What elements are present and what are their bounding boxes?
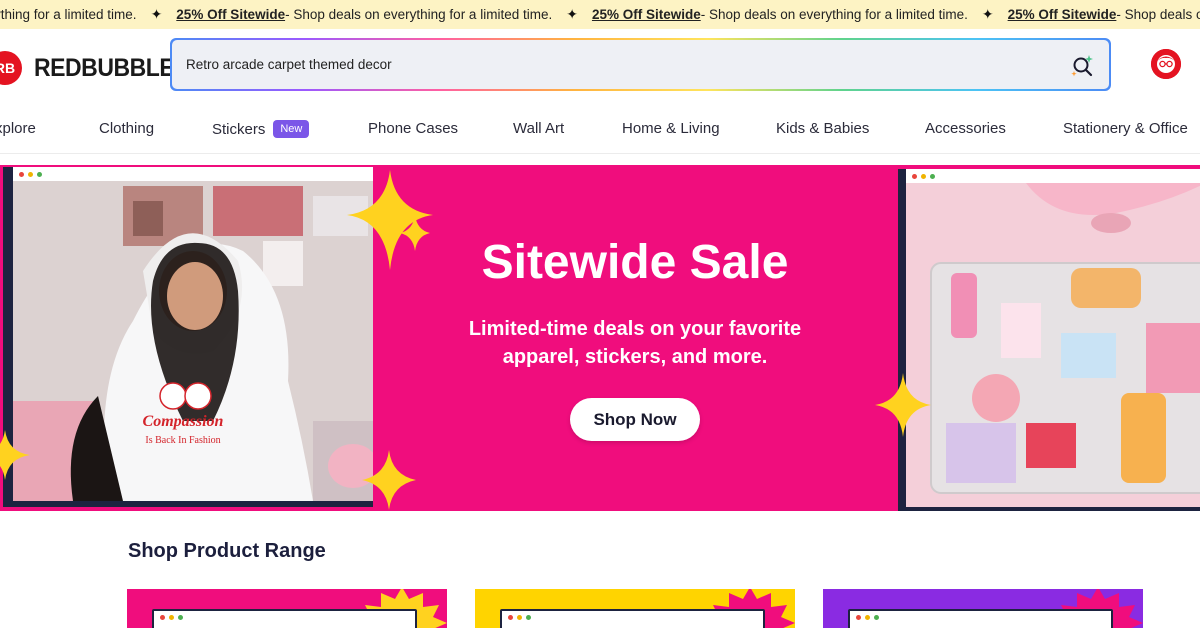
window-dot bbox=[874, 614, 879, 620]
product-range-card[interactable] bbox=[475, 589, 795, 628]
ticker-track: ything for a limited time. ✦ 25% Off Sit… bbox=[0, 0, 1200, 29]
ticker-offer-link[interactable]: 25% Off Sitewide bbox=[176, 7, 285, 22]
nav-item-home-living[interactable]: Home & Living bbox=[622, 120, 720, 137]
hero-title: Sitewide Sale bbox=[481, 236, 789, 289]
window-bar bbox=[850, 611, 1111, 623]
ticker-text: - Shop deals on everything for a limited… bbox=[700, 7, 968, 22]
sparkle-icon bbox=[875, 373, 931, 437]
sparkle-icon bbox=[362, 450, 416, 510]
svg-text:Is Back In Fashion: Is Back In Fashion bbox=[145, 435, 220, 446]
card-window bbox=[848, 609, 1113, 628]
window-dot bbox=[921, 173, 926, 179]
search-sparkle-icon bbox=[1071, 55, 1093, 77]
nav-item-phone-cases[interactable]: Phone Cases bbox=[368, 120, 458, 137]
logo-wordmark: REDBUBBLE bbox=[34, 53, 175, 82]
sparkle-icon bbox=[0, 430, 30, 480]
window-dot bbox=[856, 614, 861, 620]
site-logo[interactable]: RB REDBUBBLE bbox=[0, 51, 186, 85]
nav-item-label: Stickers bbox=[212, 121, 266, 138]
window-dot bbox=[526, 614, 531, 620]
user-avatar-icon[interactable] bbox=[1151, 49, 1181, 79]
sparkle-icon: ✦ bbox=[981, 6, 994, 22]
promo-ticker: ything for a limited time. ✦ 25% Off Sit… bbox=[0, 0, 1200, 29]
search-bar bbox=[170, 38, 1111, 91]
window-dot bbox=[37, 171, 42, 177]
ticker-text: - Shop deals on everything for a limited… bbox=[285, 7, 553, 22]
ticker-offer-link[interactable]: 25% Off Sitewide bbox=[592, 7, 701, 22]
nav-item-stickers[interactable]: Stickers New bbox=[212, 120, 310, 138]
window-dot bbox=[169, 614, 174, 620]
window-dot bbox=[19, 171, 24, 177]
window-dot bbox=[28, 171, 33, 177]
ticker-item[interactable]: ✦ 25% Off Sitewide - Shop deals on every… bbox=[968, 6, 1200, 23]
hero-banner: Compassion Is Back In Fashion Sitewide S… bbox=[0, 165, 1200, 511]
window-bar bbox=[502, 611, 763, 623]
nav-item-accessories[interactable]: Accessories bbox=[925, 120, 1006, 137]
site-header: RB REDBUBBLE bbox=[0, 29, 1200, 104]
ticker-item: ything for a limited time. bbox=[0, 7, 137, 22]
search-input[interactable] bbox=[186, 40, 1026, 89]
window-bar bbox=[13, 167, 373, 181]
ticker-text: ything for a limited time. bbox=[0, 7, 137, 22]
hero-photo-right[interactable] bbox=[906, 169, 1200, 507]
window-dot bbox=[178, 614, 183, 620]
ticker-item[interactable]: ✦ 25% Off Sitewide - Shop deals on every… bbox=[552, 6, 968, 23]
hero-subtitle: Limited-time deals on your favorite appa… bbox=[468, 318, 802, 368]
window-dot bbox=[517, 614, 522, 620]
nav-item-wall-art[interactable]: Wall Art bbox=[513, 120, 564, 137]
window-dot bbox=[930, 173, 935, 179]
section-title: Shop Product Range bbox=[128, 540, 326, 562]
window-dot bbox=[865, 614, 870, 620]
user-face-icon bbox=[1151, 49, 1181, 79]
search-button[interactable] bbox=[1067, 50, 1097, 80]
window-dot bbox=[160, 614, 165, 620]
nav-item-kids-babies[interactable]: Kids & Babies bbox=[776, 120, 869, 137]
sparkle-icon: ✦ bbox=[150, 6, 163, 22]
hero-photo-left[interactable]: Compassion Is Back In Fashion bbox=[13, 167, 373, 501]
category-nav: xplore Clothing StickersNew Phone Cases … bbox=[0, 104, 1200, 154]
nav-item-clothing[interactable]: Clothing bbox=[99, 120, 154, 137]
hoodie-model-photo: Compassion Is Back In Fashion bbox=[13, 181, 373, 501]
laptop-stickers-photo bbox=[906, 183, 1200, 507]
search-inner bbox=[172, 40, 1109, 89]
product-range-card[interactable] bbox=[127, 589, 447, 628]
nav-item-explore[interactable]: xplore bbox=[0, 120, 36, 137]
sparkle-icon: ✦ bbox=[566, 6, 578, 22]
ticker-text: - Shop deals on everything for a limited… bbox=[1116, 7, 1200, 22]
new-badge: New bbox=[273, 120, 310, 138]
window-bar bbox=[906, 169, 1200, 183]
card-window bbox=[152, 609, 417, 628]
shop-now-button[interactable]: Shop Now bbox=[570, 398, 700, 441]
window-dot bbox=[912, 173, 917, 179]
logo-mark-icon: RB bbox=[0, 51, 22, 85]
nav-item-stationery-office[interactable]: Stationery & Office bbox=[1063, 120, 1188, 137]
card-window bbox=[500, 609, 765, 628]
window-dot bbox=[508, 614, 513, 620]
svg-text:Compassion: Compassion bbox=[143, 413, 224, 430]
ticker-item[interactable]: ✦ 25% Off Sitewide - Shop deals on every… bbox=[137, 6, 553, 23]
window-bar bbox=[154, 611, 415, 623]
product-range-card[interactable] bbox=[823, 589, 1143, 628]
ticker-offer-link[interactable]: 25% Off Sitewide bbox=[1008, 7, 1117, 22]
